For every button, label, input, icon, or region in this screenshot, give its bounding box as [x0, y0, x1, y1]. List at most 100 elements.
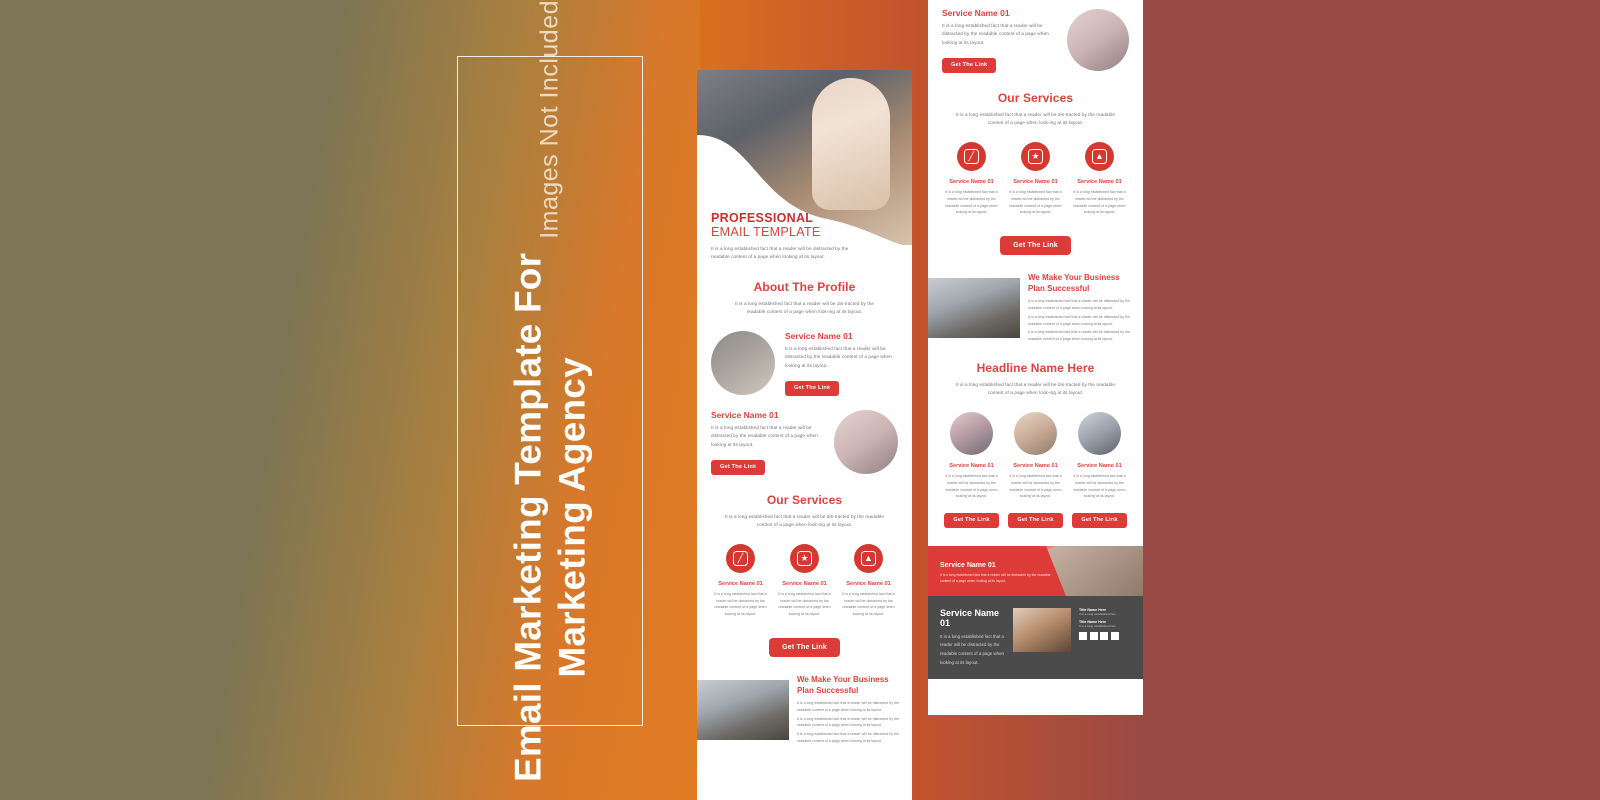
background-right-red	[1142, 0, 1600, 800]
headline-card-2: Service Name 01 It is a long established…	[1006, 411, 1065, 528]
headline-card-1: Service Name 01 It is a long established…	[942, 411, 1001, 528]
r-our-services-item-2-title: Service Name 01	[1013, 178, 1058, 185]
headline-card-3-image	[1078, 411, 1121, 455]
poster-title-line-1: Email Marketing Template For	[507, 252, 549, 782]
headline-card-2-button[interactable]: Get The Link	[1008, 512, 1063, 528]
footer-title: Service Name 01	[940, 607, 1000, 628]
chart-icon: ▲	[1085, 141, 1114, 171]
headline-card-2-paragraph: It is a long established fact that a rea…	[1009, 473, 1062, 499]
star-badge-icon-glyph: ★	[1028, 148, 1043, 164]
about-heading: About The Profile	[753, 279, 856, 294]
footer-image	[1013, 607, 1071, 652]
footer-link-1-sub: It is a long established fact	[1079, 611, 1116, 616]
headline-card-1-title: Service Name 01	[949, 462, 994, 469]
footer-section: Service Name 01 It is a long established…	[928, 595, 1143, 680]
our-services-item-1-title: Service Name 01	[718, 580, 763, 587]
r-our-services-item-3: ▲ Service Name 01 It is a long establish…	[1070, 141, 1129, 216]
email-template-right: Service Name 01 It is a long established…	[928, 0, 1143, 715]
r-service-card-top-button[interactable]: Get The Link	[942, 57, 997, 73]
about-paragraph: It is a long established fact that a rea…	[734, 300, 874, 315]
r-service-card-top-paragraph: It is a long established fact that a rea…	[942, 23, 1049, 45]
our-services-heading: Our Services	[766, 492, 843, 507]
poster-title-line-2: Marketing Agency	[551, 357, 592, 678]
r-our-services-item-1-paragraph: It is a long established fact that a rea…	[945, 189, 998, 215]
footer-social-list	[1079, 631, 1131, 640]
footer-link-2-sub: It is a long established fact	[1079, 623, 1116, 628]
promo-banner: Service Name 01 It is a long established…	[928, 545, 1143, 596]
headline-card-2-title: Service Name 01	[1013, 462, 1058, 469]
r-service-card-top-title: Service Name 01	[942, 8, 1010, 18]
headline-heading: Headline Name Here	[976, 360, 1095, 375]
our-services-item-1-paragraph: It is a long established fact that a rea…	[714, 591, 767, 617]
pen-icon-glyph: ╱	[964, 148, 979, 164]
business-plan-paragraph-1: It is a long established fact that a rea…	[797, 700, 900, 712]
our-services-button[interactable]: Get The Link	[769, 638, 840, 658]
r-service-card-top-image	[1067, 9, 1129, 72]
service-card-2-button[interactable]: Get The Link	[711, 459, 766, 475]
poster-subtitle: Images Not Included	[535, 0, 564, 239]
headline-card-1-paragraph: It is a long established fact that a rea…	[945, 473, 998, 499]
r-our-services-grid: ╱ Service Name 01 It is a long establish…	[942, 141, 1129, 216]
twitter-icon[interactable]	[1089, 631, 1098, 640]
promo-banner-paragraph: It is a long established fact that a rea…	[940, 572, 1051, 584]
star-badge-icon-glyph: ★	[797, 550, 812, 566]
headline-card-3-paragraph: It is a long established fact that a rea…	[1073, 473, 1126, 499]
headline-card-3-button[interactable]: Get The Link	[1072, 512, 1127, 528]
hero-text-block: PROFESSIONAL EMAIL TEMPLATE It is a long…	[697, 211, 912, 262]
instagram-icon[interactable]	[1100, 631, 1108, 640]
chart-icon-glyph: ▲	[1092, 148, 1107, 164]
business-plan-title: We Make Your Business Plan Successful	[797, 675, 889, 695]
r-business-plan-paragraph-3: It is a long established fact that a rea…	[1028, 330, 1131, 342]
linkedin-icon[interactable]	[1110, 631, 1119, 640]
our-services-item-2: ★ Service Name 01 It is a long establish…	[775, 543, 834, 618]
our-services-item-1: ╱ Service Name 01 It is a long establish…	[711, 543, 770, 618]
r-our-services-item-1: ╱ Service Name 01 It is a long establish…	[942, 141, 1001, 216]
about-section: About The Profile It is a long establish…	[697, 280, 912, 317]
r-service-card-top: Service Name 01 It is a long established…	[928, 0, 1143, 73]
headline-card-1-button[interactable]: Get The Link	[944, 512, 999, 528]
headline-card-3-title: Service Name 01	[1077, 462, 1122, 469]
our-services-item-2-title: Service Name 01	[782, 580, 827, 587]
service-card-1-title: Service Name 01	[785, 330, 853, 341]
r-our-services-button[interactable]: Get The Link	[1000, 236, 1071, 256]
business-plan-paragraph-3: It is a long established fact that a rea…	[797, 732, 900, 744]
chart-icon: ▲	[854, 543, 883, 573]
r-business-plan-section: We Make Your Business Plan Successful It…	[928, 273, 1143, 343]
our-services-item-2-paragraph: It is a long established fact that a rea…	[778, 591, 831, 617]
r-business-plan-paragraph-1: It is a long established fact that a rea…	[1028, 299, 1131, 310]
facebook-icon[interactable]	[1079, 631, 1087, 640]
poster-main-title: Email Marketing Template For Marketing A…	[506, 253, 593, 782]
service-card-2-image	[834, 410, 898, 475]
headline-card-1-image	[950, 411, 993, 455]
service-card-2-paragraph: It is a long established fact that a rea…	[711, 424, 818, 447]
pen-icon: ╱	[957, 141, 986, 171]
poster-title-rotated-group: Email Marketing Template For Marketing A…	[506, 0, 593, 782]
headline-cards-grid: Service Name 01 It is a long established…	[942, 411, 1129, 528]
r-business-plan-title: We Make Your Business Plan Successful	[1028, 273, 1120, 293]
headline-card-2-image	[1014, 411, 1057, 455]
headline-section: Headline Name Here It is a long establis…	[928, 361, 1143, 528]
poster-title-panel: Email Marketing Template For Marketing A…	[457, 0, 643, 782]
hero-kicker2: EMAIL TEMPLATE	[711, 225, 821, 239]
business-plan-image	[697, 680, 789, 740]
r-our-services-heading: Our Services	[997, 90, 1074, 105]
r-our-services-item-1-title: Service Name 01	[949, 178, 994, 185]
hero-kicker: PROFESSIONAL	[711, 211, 814, 225]
business-plan-section: We Make Your Business Plan Successful It…	[697, 675, 912, 745]
footer-link-2[interactable]: Title Name Here It is a long established…	[1079, 620, 1131, 628]
service-card-1: Service Name 01 It is a long established…	[697, 331, 912, 396]
service-card-1-button[interactable]: Get The Link	[785, 380, 840, 396]
r-business-plan-paragraph-2: It is a long established fact that a rea…	[1028, 314, 1131, 326]
business-plan-paragraph-2: It is a long established fact that a rea…	[797, 716, 900, 728]
star-badge-icon: ★	[1021, 141, 1050, 171]
hero-paragraph: It is a long established fact that a rea…	[711, 246, 849, 260]
r-business-plan-image	[928, 278, 1020, 339]
our-services-item-3-paragraph: It is a long established fact that a rea…	[842, 591, 895, 617]
r-our-services-item-3-paragraph: It is a long established fact that a rea…	[1073, 189, 1126, 215]
promo-banner-title: Service Name 01	[940, 561, 996, 569]
service-card-2: Service Name 01 It is a long established…	[697, 410, 912, 475]
service-card-1-image	[711, 331, 775, 396]
footer-paragraph: It is a long established fact that a rea…	[940, 633, 1004, 665]
r-our-services-section: Our Services It is a long established fa…	[928, 90, 1143, 256]
footer-link-1[interactable]: Title Name Here It is a long established…	[1079, 608, 1131, 616]
